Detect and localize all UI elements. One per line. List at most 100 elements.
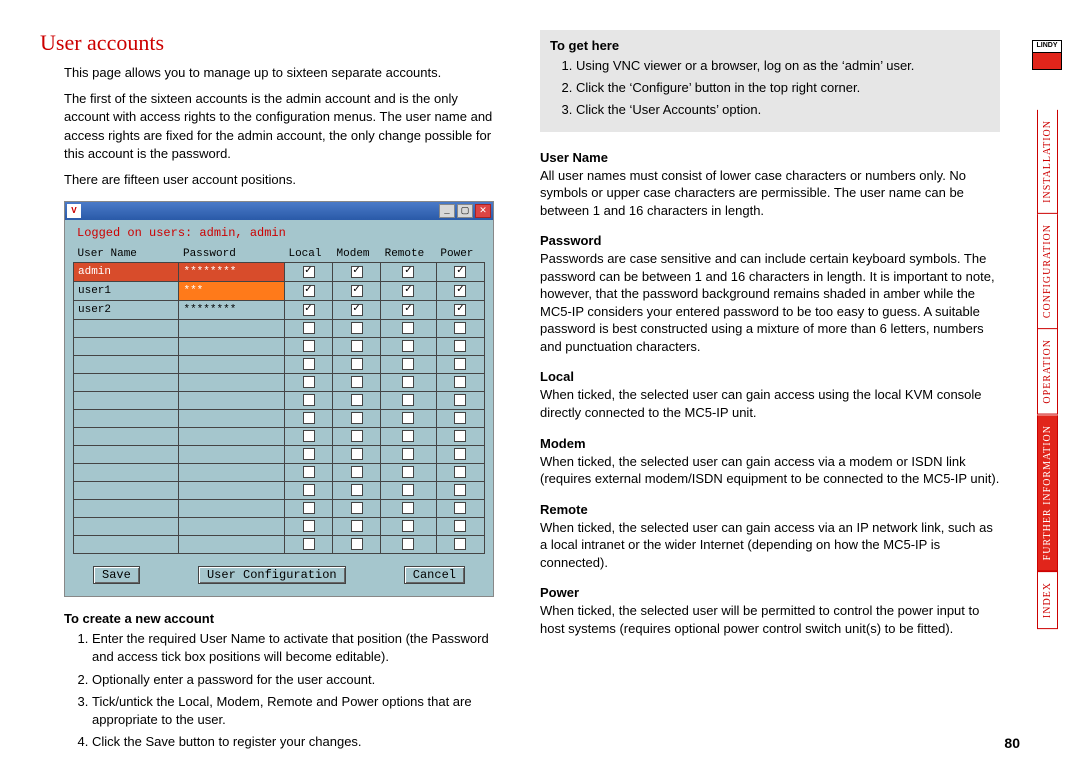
local-checkbox[interactable] (303, 358, 315, 370)
username-input[interactable] (74, 356, 178, 373)
username-input[interactable] (74, 428, 178, 445)
username-input[interactable] (74, 482, 178, 499)
modem-checkbox[interactable] (351, 448, 363, 460)
remote-checkbox[interactable] (402, 358, 414, 370)
modem-checkbox[interactable] (351, 484, 363, 496)
power-checkbox[interactable] (454, 394, 466, 406)
modem-checkbox[interactable] (351, 412, 363, 424)
maximize-icon[interactable]: ▢ (457, 204, 473, 218)
password-input[interactable] (179, 518, 283, 535)
close-icon[interactable]: ✕ (475, 204, 491, 218)
local-checkbox[interactable] (303, 466, 315, 478)
password-input[interactable]: ******** (179, 301, 283, 319)
power-checkbox[interactable] (454, 520, 466, 532)
remote-checkbox[interactable] (402, 466, 414, 478)
power-checkbox[interactable] (454, 304, 466, 316)
local-checkbox[interactable] (303, 304, 315, 316)
local-checkbox[interactable] (303, 266, 315, 278)
local-checkbox[interactable] (303, 412, 315, 424)
password-input[interactable]: ******** (179, 263, 283, 281)
password-input[interactable] (179, 536, 283, 553)
local-checkbox[interactable] (303, 520, 315, 532)
cancel-button[interactable]: Cancel (404, 566, 465, 584)
modem-checkbox[interactable] (351, 340, 363, 352)
password-input[interactable] (179, 428, 283, 445)
power-checkbox[interactable] (454, 412, 466, 424)
minimize-icon[interactable]: _ (439, 204, 455, 218)
power-checkbox[interactable] (454, 285, 466, 297)
remote-checkbox[interactable] (402, 502, 414, 514)
username-input[interactable] (74, 320, 178, 337)
local-checkbox[interactable] (303, 322, 315, 334)
nav-further-information[interactable]: FURTHER INFORMATION (1037, 415, 1058, 571)
modem-checkbox[interactable] (351, 376, 363, 388)
power-checkbox[interactable] (454, 502, 466, 514)
save-button[interactable]: Save (93, 566, 140, 584)
remote-checkbox[interactable] (402, 394, 414, 406)
power-checkbox[interactable] (454, 430, 466, 442)
modem-checkbox[interactable] (351, 502, 363, 514)
remote-checkbox[interactable] (402, 322, 414, 334)
password-input[interactable] (179, 392, 283, 409)
username-input[interactable] (74, 500, 178, 517)
password-input[interactable] (179, 320, 283, 337)
password-input[interactable] (179, 374, 283, 391)
password-input[interactable] (179, 338, 283, 355)
password-input[interactable] (179, 446, 283, 463)
power-checkbox[interactable] (454, 538, 466, 550)
remote-checkbox[interactable] (402, 412, 414, 424)
username-input[interactable] (74, 338, 178, 355)
local-checkbox[interactable] (303, 376, 315, 388)
remote-checkbox[interactable] (402, 538, 414, 550)
power-checkbox[interactable] (454, 466, 466, 478)
local-checkbox[interactable] (303, 394, 315, 406)
password-input[interactable] (179, 356, 283, 373)
remote-checkbox[interactable] (402, 430, 414, 442)
local-checkbox[interactable] (303, 484, 315, 496)
remote-checkbox[interactable] (402, 304, 414, 316)
username-input[interactable]: admin (74, 263, 178, 281)
username-input[interactable] (74, 464, 178, 481)
modem-checkbox[interactable] (351, 304, 363, 316)
username-input[interactable] (74, 446, 178, 463)
remote-checkbox[interactable] (402, 285, 414, 297)
password-input[interactable] (179, 482, 283, 499)
password-input[interactable] (179, 464, 283, 481)
nav-configuration[interactable]: CONFIGURATION (1037, 214, 1058, 329)
username-input[interactable] (74, 374, 178, 391)
username-input[interactable]: user2 (74, 301, 178, 319)
local-checkbox[interactable] (303, 538, 315, 550)
password-input[interactable] (179, 410, 283, 427)
password-input[interactable]: *** (179, 282, 283, 300)
power-checkbox[interactable] (454, 322, 466, 334)
nav-operation[interactable]: OPERATION (1037, 329, 1058, 415)
modem-checkbox[interactable] (351, 430, 363, 442)
modem-checkbox[interactable] (351, 538, 363, 550)
modem-checkbox[interactable] (351, 394, 363, 406)
password-input[interactable] (179, 500, 283, 517)
username-input[interactable] (74, 536, 178, 553)
local-checkbox[interactable] (303, 340, 315, 352)
remote-checkbox[interactable] (402, 376, 414, 388)
power-checkbox[interactable] (454, 448, 466, 460)
remote-checkbox[interactable] (402, 340, 414, 352)
username-input[interactable] (74, 518, 178, 535)
local-checkbox[interactable] (303, 502, 315, 514)
power-checkbox[interactable] (454, 358, 466, 370)
modem-checkbox[interactable] (351, 322, 363, 334)
modem-checkbox[interactable] (351, 285, 363, 297)
local-checkbox[interactable] (303, 448, 315, 460)
nav-index[interactable]: INDEX (1037, 571, 1058, 629)
power-checkbox[interactable] (454, 266, 466, 278)
remote-checkbox[interactable] (402, 448, 414, 460)
username-input[interactable] (74, 392, 178, 409)
modem-checkbox[interactable] (351, 466, 363, 478)
power-checkbox[interactable] (454, 484, 466, 496)
modem-checkbox[interactable] (351, 520, 363, 532)
modem-checkbox[interactable] (351, 266, 363, 278)
remote-checkbox[interactable] (402, 484, 414, 496)
local-checkbox[interactable] (303, 430, 315, 442)
nav-installation[interactable]: INSTALLATION (1037, 110, 1058, 214)
power-checkbox[interactable] (454, 340, 466, 352)
remote-checkbox[interactable] (402, 520, 414, 532)
